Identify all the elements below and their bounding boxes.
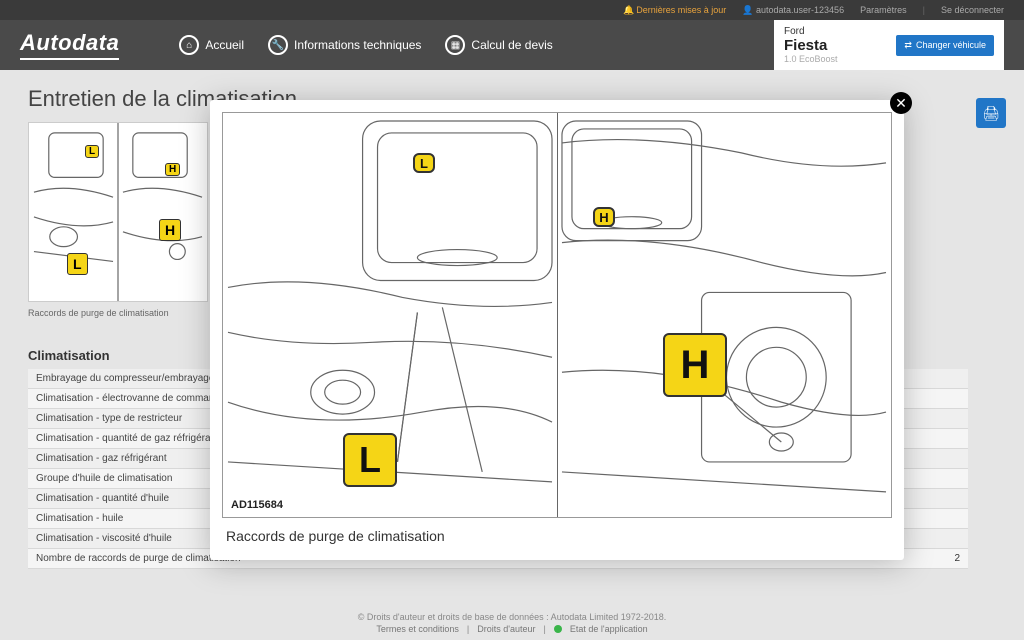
diagram-modal: ✕ — [210, 100, 904, 560]
label-low-port: L — [343, 433, 397, 487]
diagram-reference: AD115684 — [231, 499, 283, 511]
diagram-divider — [557, 113, 558, 517]
label-high-port: H — [663, 333, 727, 397]
modal-caption: Raccords de purge de climatisation — [222, 518, 892, 548]
diagram-image: L H L H AD115684 — [222, 112, 892, 518]
label-high-inset: H — [593, 207, 615, 227]
label-low-inset: L — [413, 153, 435, 173]
modal-close-button[interactable]: ✕ — [890, 92, 912, 114]
modal-body: L H L H AD115684 Raccords de purge de cl… — [210, 100, 904, 560]
close-icon: ✕ — [895, 95, 907, 112]
